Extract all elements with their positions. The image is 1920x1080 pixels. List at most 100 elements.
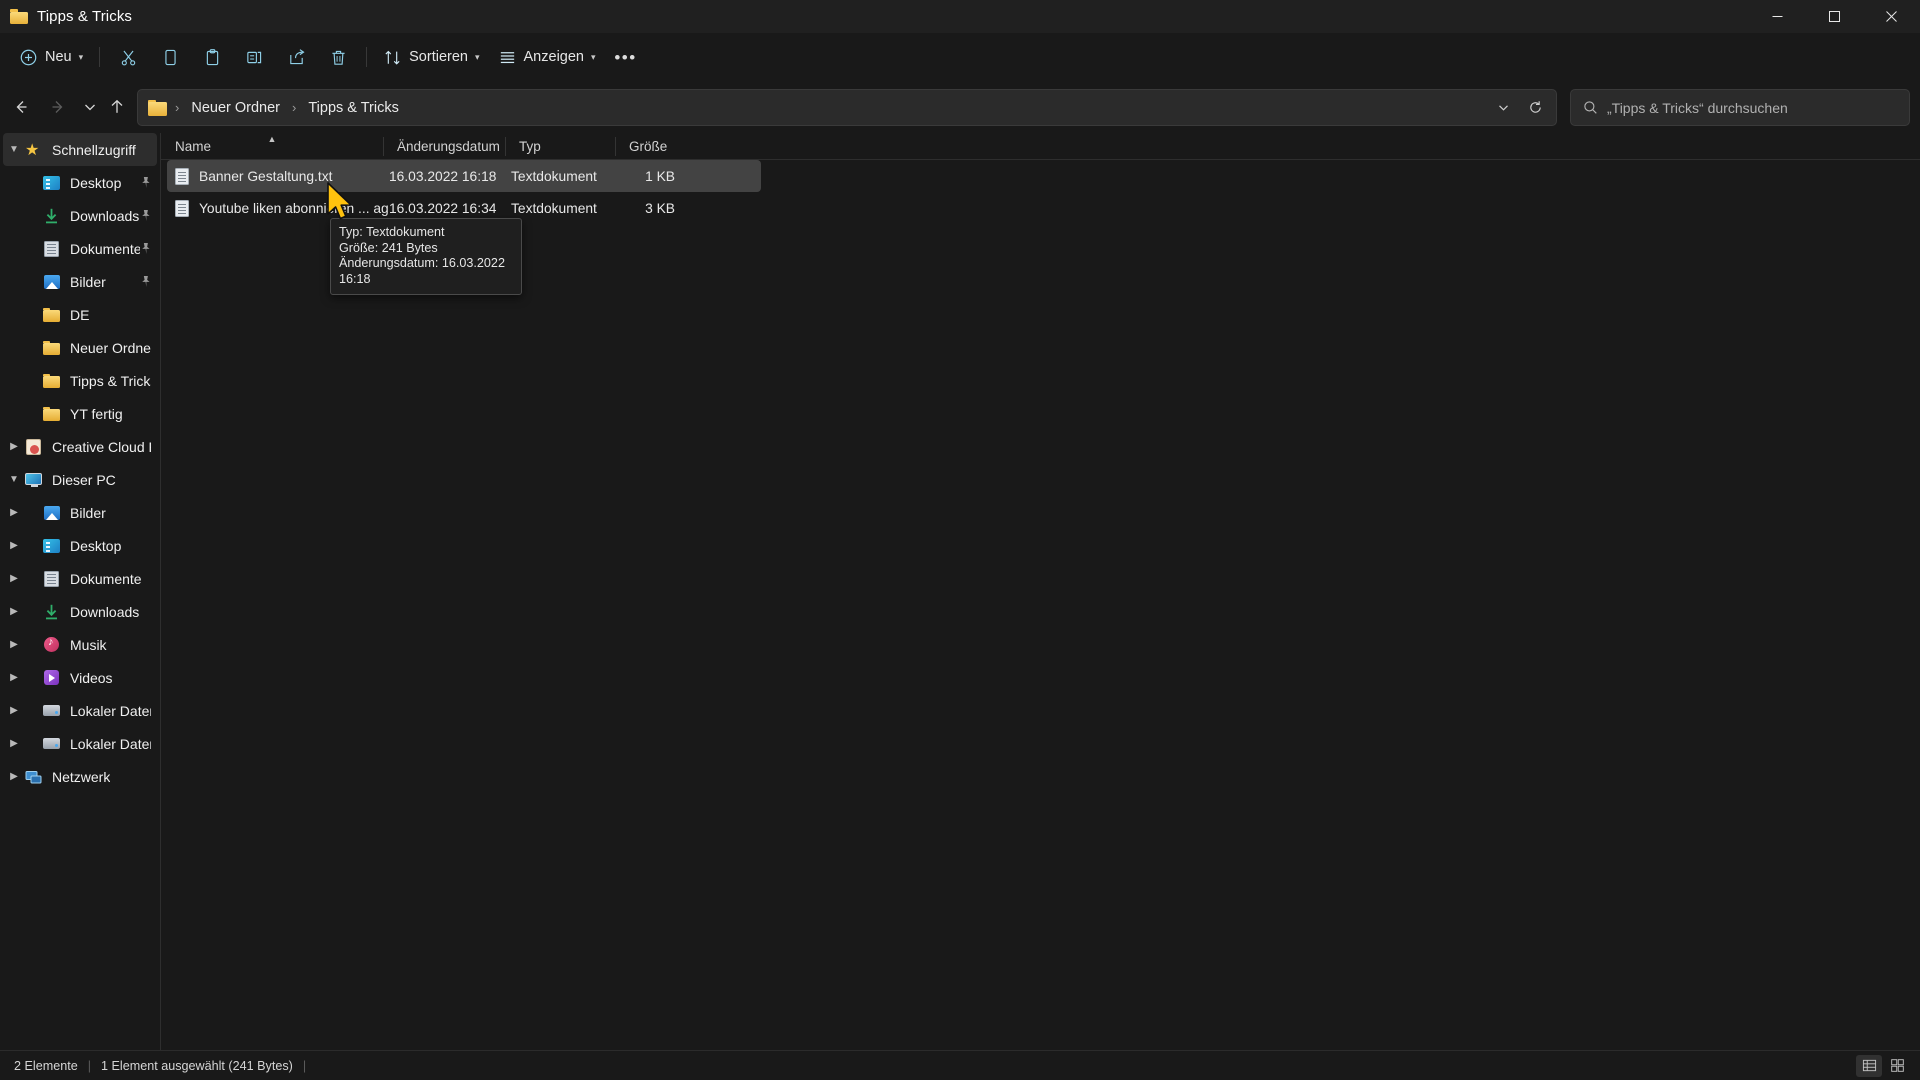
desktop-icon [43, 538, 61, 554]
column-header-gr-e[interactable]: Größe [615, 133, 679, 160]
sort-ascending-icon: ▲ [267, 133, 277, 144]
rename-button[interactable] [233, 40, 275, 74]
details-view-button[interactable] [1856, 1054, 1882, 1077]
sidebar-item-creative-cloud-files[interactable]: ▶ Creative Cloud Files [3, 430, 157, 463]
sidebar-item-lokaler-datentr-ge[interactable]: ▶ Lokaler Datenträge [3, 694, 157, 727]
share-icon [289, 48, 305, 64]
sidebar-item-neuer-ordner[interactable]: ▶ Neuer Ordner [3, 331, 157, 364]
refresh-button[interactable] [1519, 93, 1551, 123]
command-toolbar: Neu ▾ Sortieren ▾ Anzeigen ▾ ••• [0, 33, 1920, 81]
back-button[interactable] [4, 90, 38, 124]
delete-button[interactable] [317, 40, 359, 74]
sidebar-item-desktop[interactable]: ▶ Desktop [3, 529, 157, 562]
sidebar-item-dieser-pc[interactable]: ▼ Dieser PC [3, 463, 157, 496]
close-button[interactable] [1863, 0, 1920, 33]
expander-spacer: ▶ [3, 342, 25, 353]
file-explorer-window: Tipps & Tricks Neu ▾ Sortieren ▾ Anzeige… [0, 0, 1920, 1080]
file-modified-cell: 16.03.2022 16:34 [389, 200, 497, 216]
sidebar-item-label: Videos [70, 669, 113, 686]
breadcrumb-item-0[interactable]: Neuer Ordner [187, 97, 284, 119]
sidebar-item-de[interactable]: ▶ DE [3, 298, 157, 331]
star-icon: ★ [25, 141, 40, 159]
text-document-icon [175, 167, 189, 185]
sidebar-item-tipps-tricks[interactable]: ▶ Tipps & Tricks [3, 364, 157, 397]
sidebar-item-label: Downloads [70, 603, 140, 620]
rename-icon [246, 51, 261, 63]
folder-icon [148, 99, 167, 116]
new-button[interactable]: Neu ▾ [10, 40, 92, 74]
cut-button[interactable] [107, 40, 149, 74]
ellipsis-icon: ••• [614, 47, 637, 67]
sidebar-item-yt-fertig[interactable]: ▶ YT fertig [3, 397, 157, 430]
sidebar-item-lokaler-datentr-ge[interactable]: ▶ Lokaler Datenträge [3, 727, 157, 760]
sidebar-item-schnellzugriff[interactable]: ▼ ★ Schnellzugriff [3, 133, 157, 166]
chevron-down-icon [1498, 105, 1508, 111]
documents-icon [43, 240, 61, 257]
folder-icon [43, 373, 61, 389]
trash-icon [332, 50, 345, 65]
breadcrumb-item-1[interactable]: Tipps & Tricks [304, 97, 403, 119]
sidebar-item-downloads[interactable]: ▶ Downloads [3, 199, 157, 232]
file-modified-cell: 16.03.2022 16:18 [389, 168, 497, 184]
expander-spacer: ▶ [3, 210, 25, 221]
large-icons-view-button[interactable] [1884, 1055, 1910, 1077]
chevron-right-icon[interactable]: ▶ [3, 771, 25, 782]
chevron-right-icon[interactable]: ▶ [3, 441, 25, 452]
paste-button[interactable] [191, 40, 233, 74]
sidebar-item-bilder[interactable]: ▶ Bilder [3, 496, 157, 529]
view-button[interactable]: Anzeigen ▾ [489, 40, 605, 74]
sidebar-item-netzwerk[interactable]: ▶ Netzwerk [3, 760, 157, 793]
table-row[interactable]: Banner Gestaltung.txt 16.03.2022 16:18 Tex… [167, 160, 761, 192]
pin-icon[interactable] [140, 242, 151, 255]
sidebar-item-label: Bilder [70, 504, 106, 521]
pin-icon[interactable] [140, 209, 151, 222]
chevron-right-icon[interactable]: ▶ [3, 639, 25, 650]
address-bar[interactable]: › Neuer Ordner › Tipps & Tricks [137, 89, 1557, 126]
sidebar-item-dokumente[interactable]: ▶ Dokumente [3, 562, 157, 595]
sidebar-item-videos[interactable]: ▶ Videos [3, 661, 157, 694]
sidebar-item-desktop[interactable]: ▶ Desktop [3, 166, 157, 199]
pin-icon[interactable] [140, 176, 151, 189]
sidebar-item-label: Tipps & Tricks [70, 372, 151, 389]
chevron-right-icon[interactable]: ▶ [3, 606, 25, 617]
chevron-right-icon[interactable]: ▶ [3, 738, 25, 749]
pin-icon[interactable] [140, 275, 151, 288]
column-header-label: Änderungsdatum [397, 138, 500, 154]
sidebar-item-bilder[interactable]: ▶ Bilder [3, 265, 157, 298]
sidebar-item-label: Desktop [70, 174, 122, 191]
address-dropdown-button[interactable] [1487, 93, 1519, 123]
up-button[interactable] [100, 90, 134, 124]
column-header-name[interactable]: Name ▲ [161, 133, 383, 160]
column-header--nderungsdatum[interactable]: Änderungsdatum [383, 133, 505, 160]
navigation-bar: › Neuer Ordner › Tipps & Tricks [0, 86, 1920, 130]
minimize-button[interactable] [1749, 0, 1806, 33]
forward-button[interactable] [41, 90, 75, 124]
maximize-button[interactable] [1806, 0, 1863, 33]
view-button-label: Anzeigen [523, 49, 584, 65]
sidebar-item-label: Netzwerk [52, 768, 111, 785]
sidebar-item-downloads[interactable]: ▶ Downloads [3, 595, 157, 628]
sort-button[interactable]: Sortieren ▾ [374, 40, 488, 74]
file-size-cell: 3 KB [645, 200, 675, 216]
chevron-right-icon[interactable]: ▶ [3, 705, 25, 716]
chevron-right-icon[interactable]: ▶ [3, 540, 25, 551]
search-box[interactable] [1570, 89, 1910, 126]
share-button[interactable] [275, 40, 317, 74]
chevron-down-icon[interactable]: ▼ [3, 474, 25, 485]
status-bar: 2 Elemente | 1 Element ausgewählt (241 B… [0, 1050, 1920, 1080]
column-headers: Name ▲ Änderungsdatum Typ Größe [161, 133, 1920, 160]
chevron-down-icon[interactable]: ▼ [3, 144, 25, 155]
sidebar-item-label: Bilder [70, 273, 106, 290]
chevron-right-icon[interactable]: ▶ [3, 507, 25, 518]
view-list-icon [500, 51, 514, 63]
sidebar-item-dokumente[interactable]: ▶ Dokumente [3, 232, 157, 265]
search-input[interactable] [1607, 99, 1877, 116]
chevron-right-icon[interactable]: ▶ [3, 573, 25, 584]
sidebar-item-musik[interactable]: ▶ Musik [3, 628, 157, 661]
chevron-right-icon[interactable]: ▶ [3, 672, 25, 683]
arrow-up-icon [111, 99, 123, 113]
desktop-icon [43, 175, 61, 191]
more-options-button[interactable]: ••• [605, 40, 647, 74]
copy-button[interactable] [149, 40, 191, 74]
column-header-typ[interactable]: Typ [505, 133, 615, 160]
